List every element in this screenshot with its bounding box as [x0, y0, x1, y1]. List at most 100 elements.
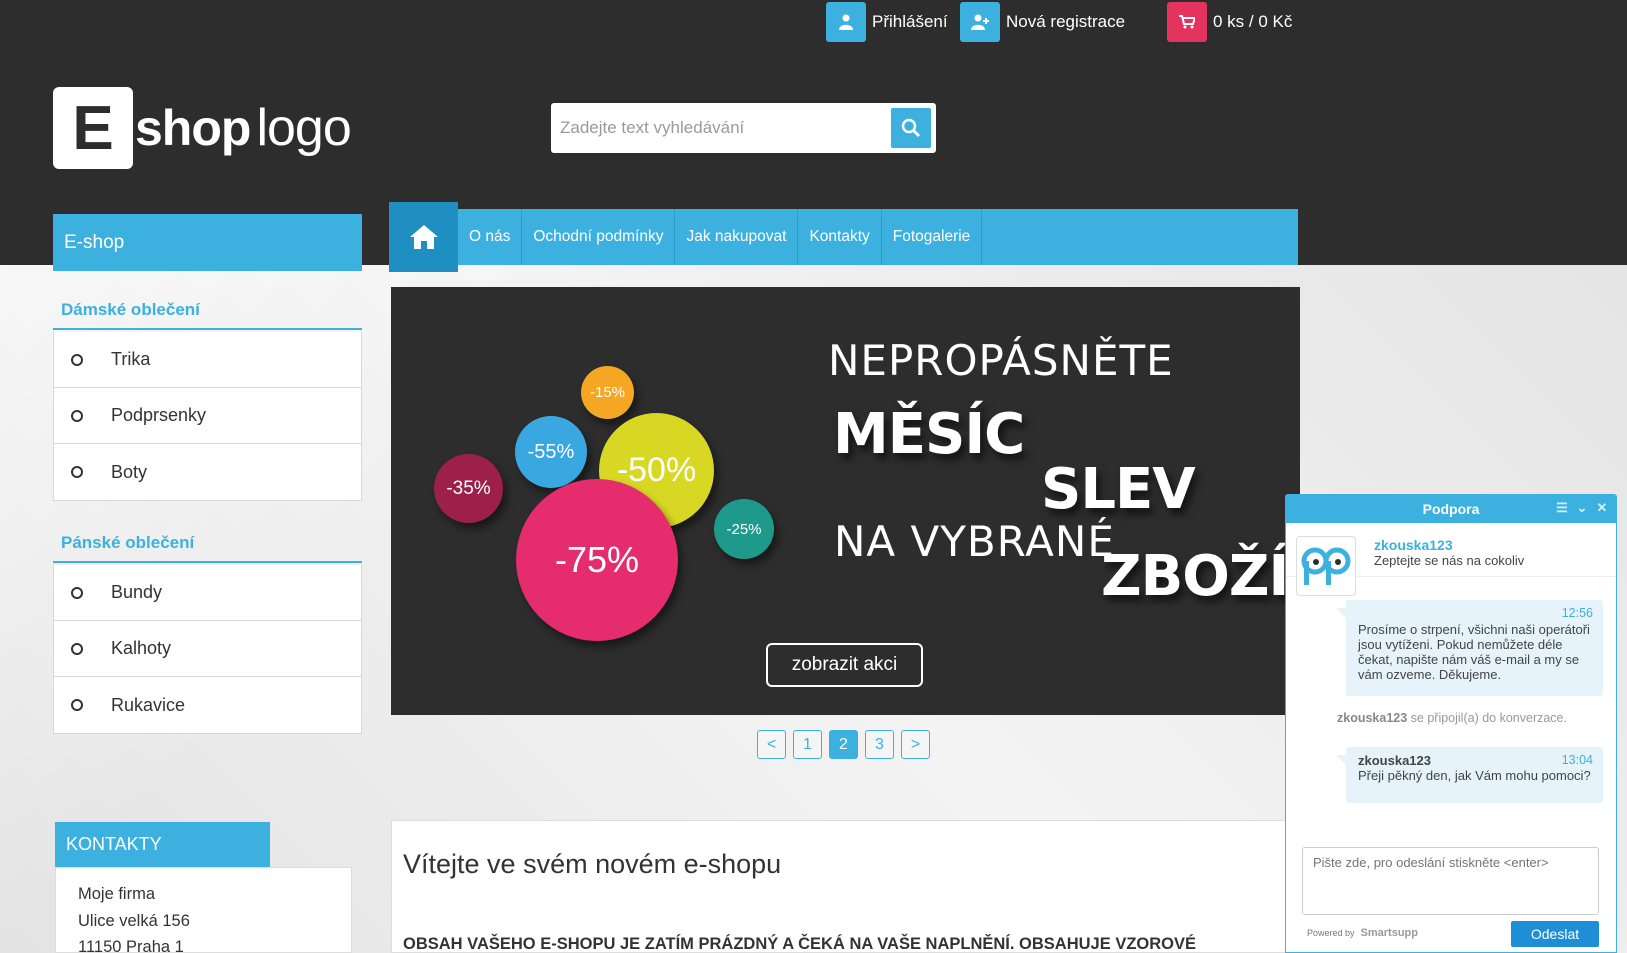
powered-by: Powered by Smartsupp: [1307, 927, 1418, 939]
category-item[interactable]: Trika: [54, 332, 361, 388]
page-title: Vítejte ve svém novém e-shopu: [403, 849, 782, 879]
message-tail: [1336, 608, 1346, 618]
banner-pagination: < 1 2 3 >: [757, 730, 937, 759]
category-item[interactable]: Boty: [54, 444, 361, 500]
category-list-men: Bundy Kalhoty Rukavice: [53, 565, 362, 734]
nav-item-fotogalerie[interactable]: Fotogalerie: [882, 209, 983, 265]
cart-link[interactable]: 0 ks / 0 Kč: [1167, 2, 1292, 42]
menu-icon[interactable]: ☰: [1554, 499, 1570, 517]
message-time: 13:04: [1561, 753, 1593, 767]
nav-item-o-nas[interactable]: O nás: [458, 209, 523, 265]
category-item-label: Podprsenky: [111, 405, 207, 425]
user-icon: [826, 2, 866, 42]
avatar: [1296, 536, 1356, 596]
logo-text-shop: shop: [135, 100, 251, 156]
circle-icon: [71, 353, 83, 366]
discount-bubble: -35%: [434, 454, 503, 523]
category-item[interactable]: Kalhoty: [54, 621, 361, 677]
sidebar-title: E-shop: [53, 214, 362, 271]
logo-letter: E: [72, 93, 114, 163]
home-button[interactable]: [389, 202, 458, 272]
logo-text-logo: logo: [256, 99, 351, 157]
banner-line-5: ZBOŽÍ: [1101, 544, 1289, 609]
category-title-men[interactable]: Pánské oblečení: [53, 533, 362, 563]
category-item[interactable]: Bundy: [54, 565, 361, 621]
message-text: Přeji pěkný den, jak Vám mohu pomoci?: [1358, 768, 1591, 783]
close-icon[interactable]: ✕: [1594, 499, 1610, 517]
contact-line: Ulice velká 156: [78, 911, 190, 930]
chat-message: 13:04 zkouska123 Přeji pěkný den, jak Vá…: [1336, 747, 1603, 803]
contacts-box: Moje firma Ulice velká 156 11150 Praha 1: [55, 867, 352, 953]
cart-summary: 0 ks / 0 Kč: [1213, 12, 1293, 31]
logo-mark: E: [53, 87, 133, 169]
nav-item-kontakty[interactable]: Kontakty: [798, 209, 882, 265]
discount-bubble: -25%: [714, 499, 774, 559]
system-message-text: se připojil(a) do konverzace.: [1407, 711, 1567, 725]
circle-icon: [71, 642, 83, 655]
promo-banner[interactable]: -15% -55% -50% -35% -25% -75% NEPROPÁSNĚ…: [391, 287, 1300, 715]
register-label: Nová registrace: [1006, 12, 1126, 31]
agent-name: zkouska123: [1374, 537, 1453, 553]
category-title-women[interactable]: Dámské oblečení: [53, 300, 362, 330]
circle-icon: [71, 586, 83, 599]
nav-item-jak-nakupovat[interactable]: Jak nakupovat: [675, 209, 799, 265]
category-item-label: Trika: [111, 349, 151, 369]
category-item[interactable]: Podprsenky: [54, 388, 361, 444]
discount-bubble: -55%: [515, 416, 587, 488]
pager-page[interactable]: 3: [865, 730, 894, 759]
message-author: zkouska123: [1358, 753, 1431, 768]
shop-logo[interactable]: E shop logo: [53, 87, 352, 169]
discount-bubble: -75%: [516, 479, 678, 641]
circle-icon: [71, 466, 83, 478]
pager-next[interactable]: >: [901, 730, 930, 759]
banner-line-3: SLEV: [1041, 457, 1196, 522]
search-input[interactable]: [551, 108, 891, 148]
category-item-label: Kalhoty: [111, 638, 172, 658]
search-icon: [901, 118, 921, 138]
search-button[interactable]: [891, 108, 931, 148]
chat-message: 12:56 Prosíme o strpení, všichni naši op…: [1336, 600, 1603, 696]
smartsupp-logo: Smartsupp: [1360, 927, 1418, 939]
powered-by-label: Powered by: [1307, 928, 1355, 938]
agent-subtitle: Zeptejte se nás na cokoliv: [1374, 553, 1525, 568]
main-content: Vítejte ve svém novém e-shopu OBSAH VAŠE…: [391, 820, 1291, 953]
pager-page-active[interactable]: 2: [829, 730, 858, 759]
login-label: Přihlášení: [872, 12, 948, 31]
send-button[interactable]: Odeslat: [1511, 921, 1599, 947]
home-icon: [409, 225, 438, 249]
circle-icon: [71, 699, 83, 711]
category-item[interactable]: Rukavice: [54, 677, 361, 733]
discount-bubble: -15%: [581, 366, 634, 419]
chat-widget: Podpora ☰ ⌄ ✕ zkouska123 Zeptejte se nás…: [1285, 494, 1617, 953]
pager-prev[interactable]: <: [757, 730, 786, 759]
category-item-label: Bundy: [111, 582, 163, 602]
contact-line: 11150 Praha 1: [78, 938, 184, 953]
add-user-icon: [960, 2, 1000, 42]
system-message-user: zkouska123: [1337, 711, 1408, 725]
banner-line-2: MĚSÍC: [833, 402, 1025, 467]
banner-line-1: NEPROPÁSNĚTE: [828, 336, 1174, 385]
intro-text: OBSAH VAŠEHO E-SHOPU JE ZATÍM PRÁZDNÝ A …: [403, 935, 1196, 953]
banner-line-4: NA VYBRANÉ: [834, 517, 1115, 566]
chat-header[interactable]: Podpora ☰ ⌄ ✕: [1286, 495, 1616, 523]
chat-title: Podpora: [1422, 501, 1480, 517]
message-time: 12:56: [1561, 606, 1593, 620]
chevron-down-icon[interactable]: ⌄: [1574, 499, 1590, 517]
register-link[interactable]: Nová registrace: [960, 2, 1125, 42]
message-tail: [1336, 755, 1346, 765]
nav-item-obchodni-podminky[interactable]: Ochodní podmínky: [522, 209, 676, 265]
show-offer-button[interactable]: zobrazit akci: [766, 643, 923, 687]
chat-agent-info: zkouska123 Zeptejte se nás na cokoliv: [1286, 523, 1616, 596]
cart-icon: [1167, 2, 1207, 42]
system-message: zkouska123 se připojil(a) do konverzace.: [1286, 711, 1616, 725]
contacts-title: KONTAKTY: [55, 822, 270, 867]
category-item-label: Rukavice: [111, 694, 186, 715]
search-bar: [551, 103, 936, 153]
chat-message-input[interactable]: [1302, 847, 1599, 915]
category-list-women: Trika Podprsenky Boty: [53, 332, 362, 501]
circle-icon: [71, 409, 83, 422]
message-text: Prosíme o strpení, všichni naši operátoř…: [1358, 622, 1590, 682]
login-link[interactable]: Přihlášení: [826, 2, 948, 42]
category-item-label: Boty: [111, 461, 148, 482]
pager-page[interactable]: 1: [793, 730, 822, 759]
